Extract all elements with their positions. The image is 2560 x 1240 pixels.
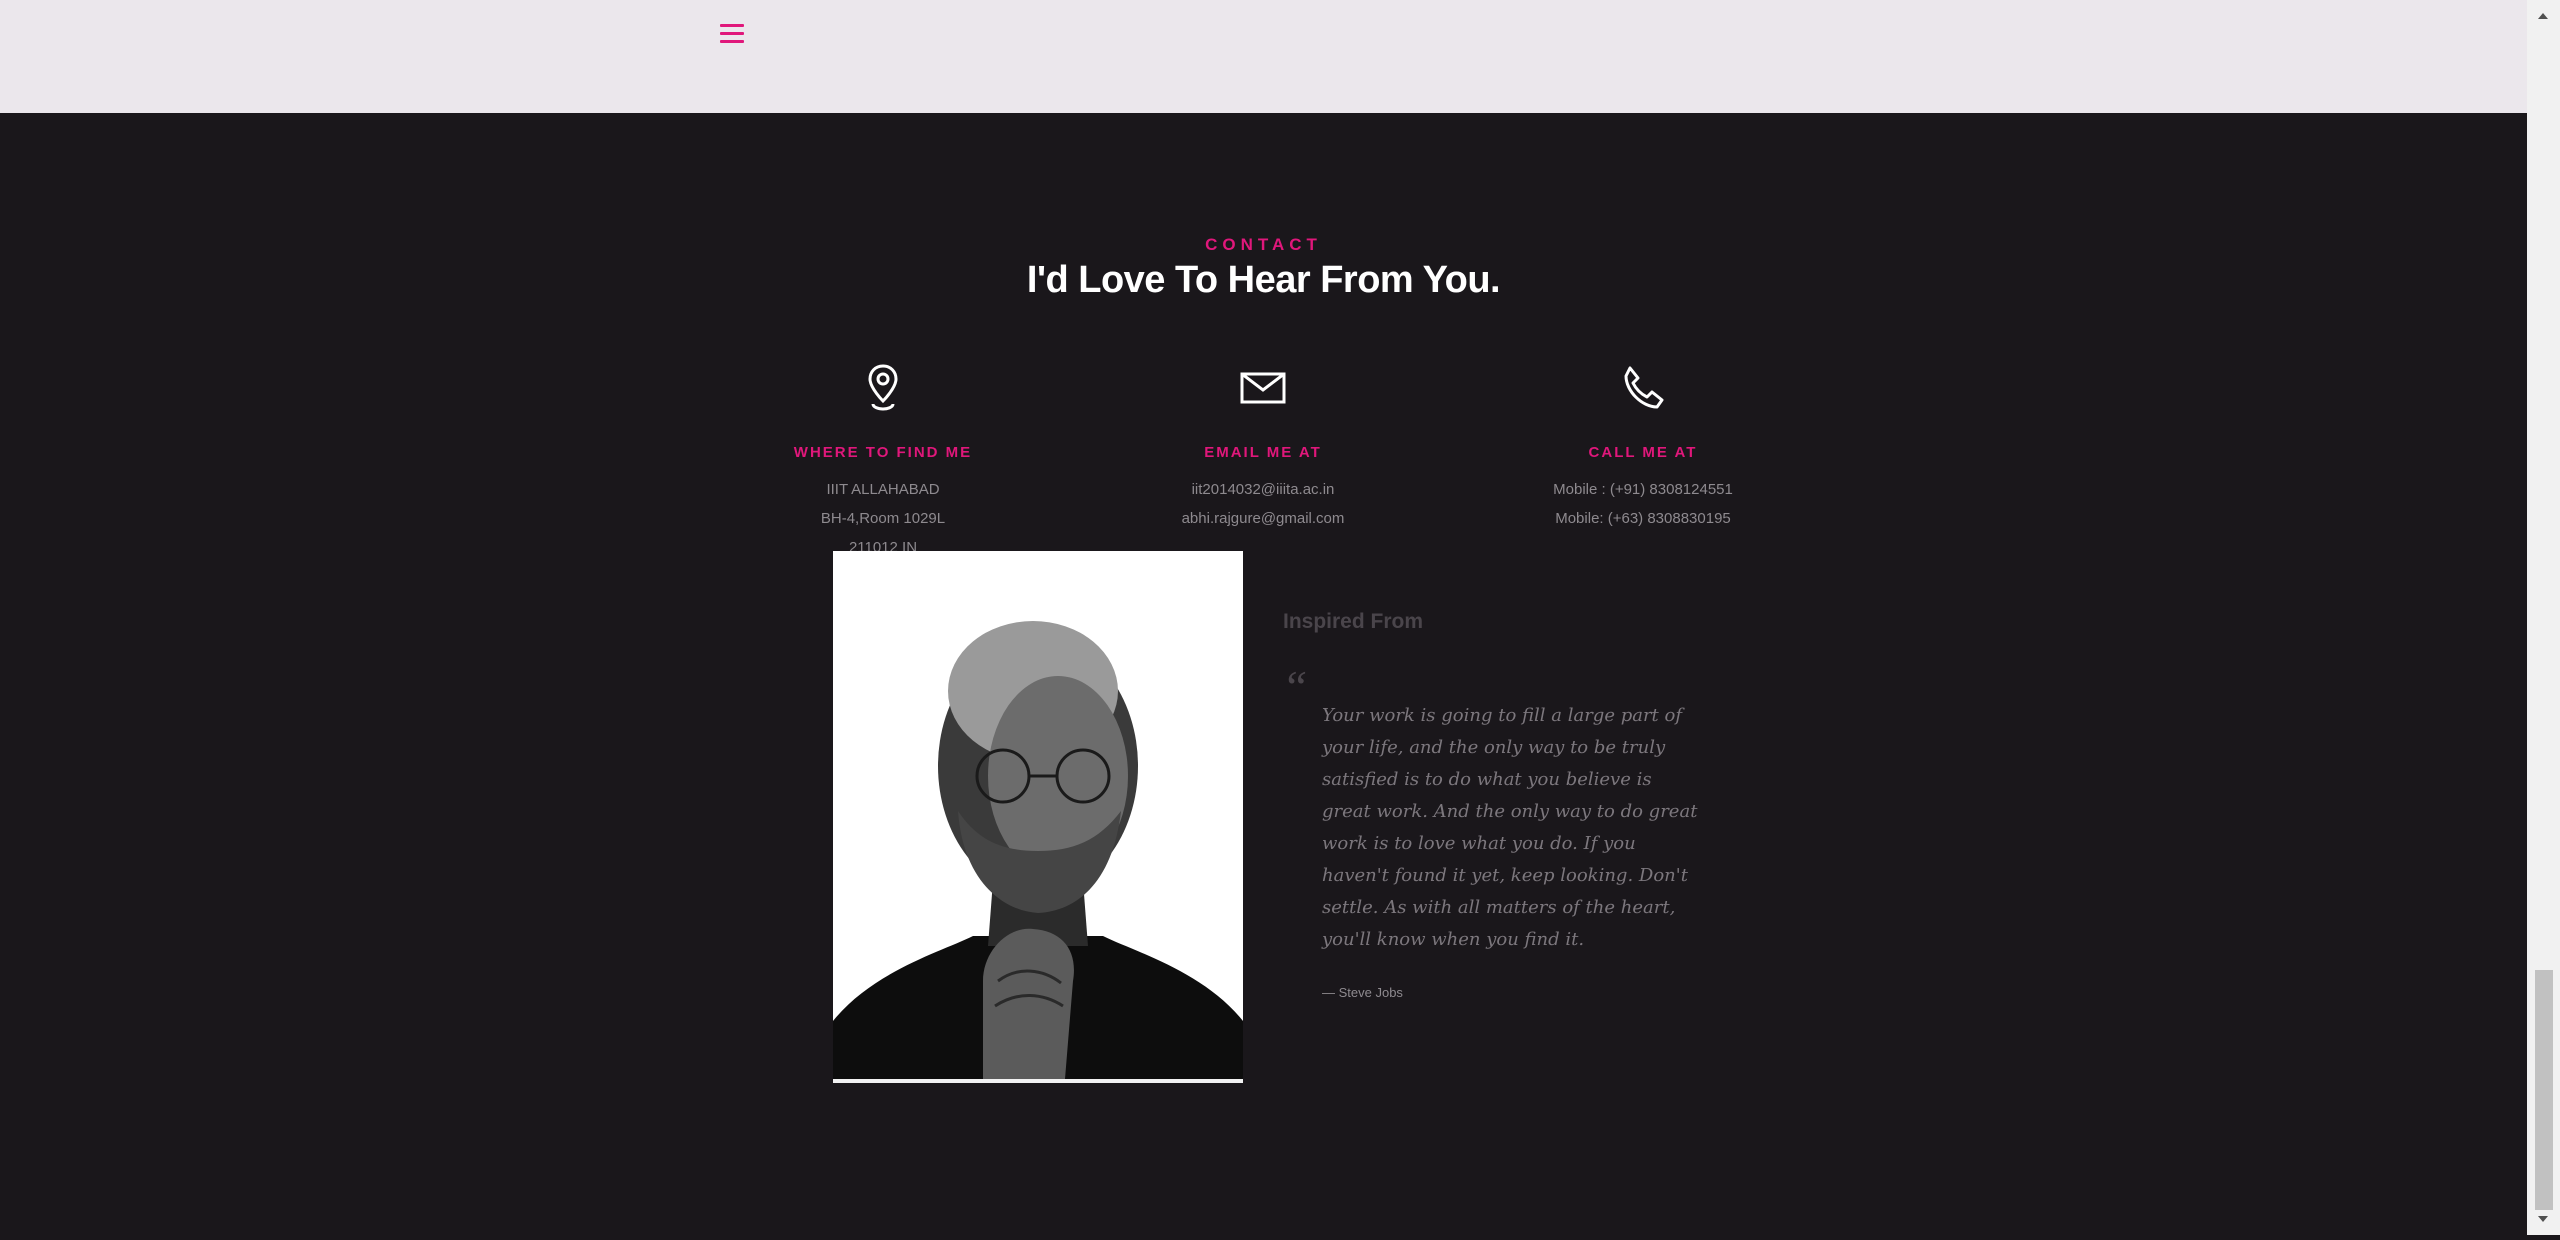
inspired-title: Inspired From [1283,610,1424,633]
top-navbar [0,0,2527,113]
contact-location: WHERE TO FIND ME IIIT ALLAHABAD BH-4,Roo… [693,360,1073,562]
section-heading: I'd Love To Hear From You. [1026,259,1501,301]
phone-icon [1624,366,1664,409]
location-line: IIIT ALLAHABAD [826,481,940,498]
email-link[interactable]: iit2014032@iiita.ac.in [1073,475,1453,504]
map-pin-icon [868,364,898,411]
location-line: BH-4,Room 1029L [820,510,946,527]
scrollbar[interactable] [2527,0,2560,1235]
section-eyebrow: CONTACT [1205,235,1322,254]
email-label: EMAIL ME AT [1204,444,1322,461]
hamburger-menu-icon[interactable] [718,22,748,46]
scroll-down-arrow-icon[interactable] [2527,1205,2560,1235]
contact-section: CONTACT I'd Love To Hear From You. WHERE… [0,113,2527,1235]
contact-phone: CALL ME AT Mobile : (+91) 8308124551 Mob… [1453,360,1833,533]
envelope-icon [1240,372,1286,404]
quote-mark-icon: “ [1282,661,1308,712]
quote-text: Your work is going to fill a large part … [1322,705,1698,950]
location-label: WHERE TO FIND ME [793,444,973,461]
portrait-photo [833,551,1243,1083]
phone-number[interactable]: Mobile : (+91) 8308124551 [1453,475,1833,504]
phone-label: CALL ME AT [1588,444,1698,461]
contact-email: EMAIL ME AT iit2014032@iiita.ac.in abhi.… [1073,360,1453,533]
scrollbar-thumb[interactable] [2535,970,2553,1210]
quote-author: — Steve Jobs [1322,985,1403,1000]
scroll-up-arrow-icon[interactable] [2527,0,2560,30]
phone-number[interactable]: Mobile: (+63) 8308830195 [1453,504,1833,533]
email-link[interactable]: abhi.rajgure@gmail.com [1073,504,1453,533]
